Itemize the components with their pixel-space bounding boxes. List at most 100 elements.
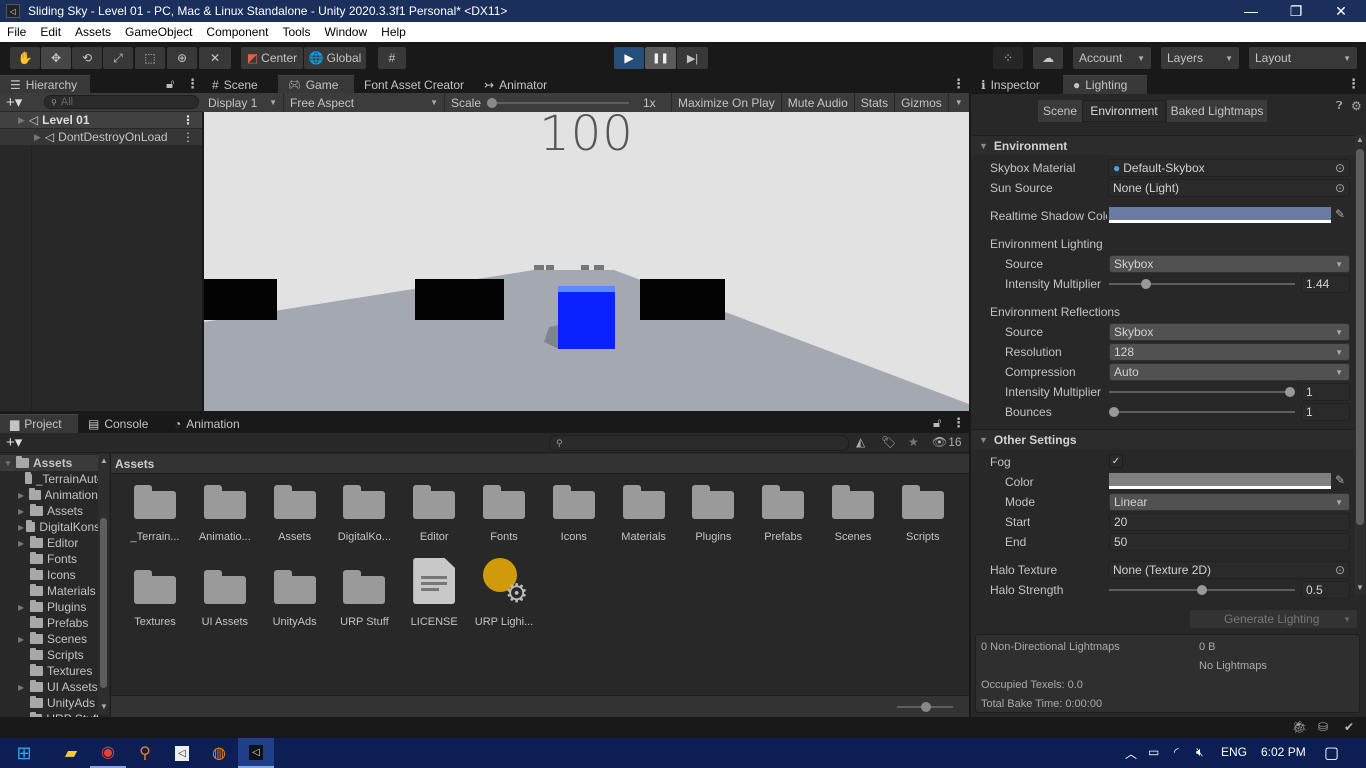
stats-toggle[interactable]: Stats — [855, 93, 896, 112]
halo-texture-field[interactable]: None (Texture 2D) ⊙ — [1108, 561, 1350, 579]
move-tool-button[interactable]: ✥ — [41, 47, 71, 69]
asset-item[interactable]: Materials — [609, 485, 679, 543]
menu-assets[interactable]: Assets — [68, 25, 118, 39]
expand-arrow-icon[interactable]: ▶ — [18, 507, 30, 516]
menu-edit[interactable]: Edit — [33, 25, 68, 39]
tab-hierarchy[interactable]: ☰ Hierarchy — [0, 75, 90, 94]
cache-server-icon[interactable]: ⛁ — [1318, 720, 1328, 734]
generate-lighting-button[interactable]: Generate Lighting ▼ — [1190, 610, 1357, 628]
slider-handle[interactable] — [1285, 387, 1295, 397]
asset-item[interactable]: Fonts — [469, 485, 539, 543]
custom-tool-button[interactable]: ✕ — [199, 47, 231, 69]
tree-folder-item[interactable]: Fonts — [18, 551, 98, 567]
hierarchy-search-input[interactable]: ⚲ All — [44, 95, 199, 109]
fog-mode-dropdown[interactable]: Linear ▼ — [1109, 493, 1350, 511]
asset-item[interactable]: UnityAds — [260, 570, 330, 628]
expand-arrow-icon[interactable]: ▶ — [18, 539, 30, 548]
subtab-environment[interactable]: Environment — [1082, 100, 1166, 122]
snap-toggle[interactable]: # — [378, 47, 406, 69]
scroll-down-icon[interactable]: ▼ — [1356, 583, 1364, 592]
settings-gear-icon[interactable]: ⚙ — [1351, 99, 1362, 113]
asset-item[interactable]: Animatio... — [190, 485, 260, 543]
tab-font-asset-creator[interactable]: Font Asset Creator — [354, 75, 474, 94]
expand-arrow-icon[interactable]: ▶ — [18, 523, 26, 532]
shadow-color-swatch[interactable] — [1109, 207, 1331, 223]
more-options-icon[interactable]: ⋮ — [1347, 76, 1360, 92]
tab-inspector[interactable]: ℹ Inspector — [971, 75, 1063, 94]
battery-icon[interactable]: ▭ — [1148, 745, 1159, 759]
maximize-on-play-toggle[interactable]: Maximize On Play — [672, 93, 782, 112]
bounces-slider[interactable] — [1109, 407, 1295, 417]
skybox-material-field[interactable]: ● Default-Skybox ⊙ — [1108, 159, 1350, 177]
more-options-icon[interactable]: ⋮ — [952, 415, 965, 431]
taskbar-chrome[interactable]: ◉ — [90, 738, 126, 768]
tree-folder-item[interactable]: ▶ Assets — [18, 503, 98, 519]
search-by-type-icon[interactable]: ◭ — [856, 435, 865, 449]
gizmos-toggle[interactable]: Gizmos — [895, 93, 949, 112]
intensity-multiplier-slider[interactable] — [1109, 279, 1295, 289]
asset-item[interactable]: Icons — [539, 485, 609, 543]
notifications-icon[interactable]: ▢ — [1324, 743, 1339, 763]
taskbar-search-app[interactable]: ⚲ — [127, 738, 163, 768]
help-icon[interactable]: ❓︎ — [1336, 100, 1343, 113]
tree-folder-item[interactable]: ▶DigitalKonstrukt — [18, 519, 98, 535]
object-picker-icon[interactable]: ⊙ — [1335, 181, 1345, 195]
debug-bug-icon[interactable]: 🐞︎ — [1292, 720, 1307, 734]
menu-file[interactable]: File — [0, 25, 33, 39]
scroll-up-icon[interactable]: ▲ — [1356, 135, 1364, 144]
tab-project[interactable]: ▆ Project — [0, 414, 78, 433]
layers-dropdown[interactable]: Layers ▼ — [1161, 47, 1239, 69]
environment-section-header[interactable]: ▼ Environment — [971, 135, 1356, 155]
scrollbar-thumb[interactable] — [1356, 149, 1364, 525]
more-options-icon[interactable]: ⋮ — [182, 130, 194, 144]
taskbar-file-explorer[interactable]: ▰ — [53, 738, 89, 768]
icon-size-slider[interactable] — [897, 702, 953, 712]
search-by-label-icon[interactable]: 🏷︎ — [881, 435, 896, 449]
tab-console[interactable]: ▤ Console — [78, 414, 164, 433]
asset-item[interactable]: Scenes — [818, 485, 888, 543]
taskbar-blender[interactable]: ◍ — [201, 738, 237, 768]
menu-gameobject[interactable]: GameObject — [118, 25, 199, 39]
tree-folder-item[interactable]: Materials — [18, 583, 98, 599]
expand-arrow-icon[interactable]: ▶ — [18, 683, 30, 692]
expand-arrow-icon[interactable]: ▶ — [34, 132, 41, 143]
gizmos-dropdown[interactable]: ▼ — [949, 93, 969, 112]
rect-tool-button[interactable]: ⬚ — [135, 47, 165, 69]
asset-item[interactable]: ⚙ URP Lighi... — [469, 558, 539, 628]
object-picker-icon[interactable]: ⊙ — [1335, 161, 1345, 175]
fog-end-input[interactable]: 50 — [1109, 533, 1350, 551]
slider-handle[interactable] — [1197, 585, 1207, 595]
tree-folder-item[interactable]: ▶ Plugins — [18, 599, 98, 615]
slider-handle[interactable] — [1140, 279, 1151, 289]
tab-animation[interactable]: ◔ Animation — [164, 414, 250, 433]
menu-help[interactable]: Help — [374, 25, 413, 39]
asset-item[interactable]: Plugins — [678, 485, 748, 543]
close-button[interactable]: ✕ — [1318, 0, 1364, 22]
hierarchy-item-dontdestroyonload[interactable]: ▶ ◁ DontDestroyOnLoad ⋮ — [0, 129, 202, 145]
slider-handle[interactable] — [921, 702, 931, 712]
transform-tool-button[interactable]: ⊕ — [167, 47, 197, 69]
wifi-icon[interactable]: ◜ — [1174, 745, 1179, 759]
fog-color-swatch[interactable] — [1109, 473, 1331, 489]
space-global-toggle[interactable]: 🌐 Global — [304, 47, 366, 69]
asset-item[interactable]: Editor — [399, 485, 469, 543]
clock[interactable]: 6:02 PM — [1261, 745, 1306, 759]
expand-arrow-icon[interactable]: ▶ — [18, 115, 25, 126]
restore-button[interactable]: ❐ — [1273, 0, 1319, 22]
asset-item[interactable]: Scripts — [888, 485, 958, 543]
favorites-star-icon[interactable]: ★ — [908, 435, 919, 449]
subtab-baked-lightmaps[interactable]: Baked Lightmaps — [1167, 100, 1267, 122]
compression-dropdown[interactable]: Auto ▼ — [1109, 363, 1350, 381]
hierarchy-item-level-01[interactable]: ▶ ◁ Level 01 ⋮ — [0, 112, 202, 128]
halo-strength-input[interactable]: 0.5 — [1301, 581, 1350, 599]
asset-item[interactable]: LICENSE — [399, 558, 469, 628]
taskbar-unity-editor[interactable]: ◁ — [238, 738, 274, 768]
other-settings-section-header[interactable]: ▼ Other Settings — [971, 429, 1356, 449]
hidden-packages-toggle[interactable]: 👁︎ 16 — [932, 435, 962, 449]
tree-scrollbar[interactable]: ▲ ▼ — [98, 454, 109, 714]
menu-window[interactable]: Window — [317, 25, 374, 39]
sun-source-field[interactable]: None (Light) ⊙ — [1108, 179, 1350, 197]
fog-checkbox[interactable]: ✓ — [1109, 454, 1123, 468]
create-asset-button[interactable]: +▾ — [6, 433, 22, 451]
scrollbar-thumb[interactable] — [100, 518, 107, 688]
